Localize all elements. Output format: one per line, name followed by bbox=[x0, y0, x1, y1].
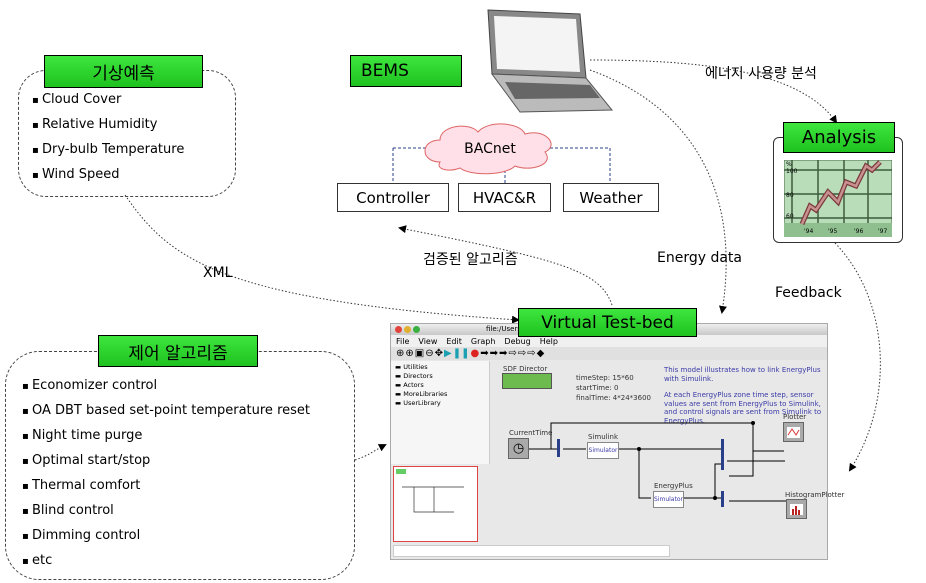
weather-box: Weather bbox=[563, 183, 659, 212]
port-icon[interactable]: ➡ bbox=[499, 348, 507, 359]
list-item: Dry-bulb Temperature bbox=[32, 138, 184, 163]
list-item: Relative Humidity bbox=[32, 113, 184, 138]
port-icon[interactable]: ➡ bbox=[480, 348, 488, 359]
currenttime-label: CurrentTime bbox=[509, 429, 553, 437]
y-unit: % bbox=[786, 161, 792, 168]
hvac-box: HVAC&R bbox=[458, 183, 551, 212]
diagram: 기상예측 Cloud Cover Relative Humidity Dry-b… bbox=[0, 0, 926, 583]
model-graph bbox=[527, 421, 786, 507]
zoom-button[interactable] bbox=[413, 326, 420, 333]
plotter-actor[interactable] bbox=[783, 422, 804, 442]
minimize-button[interactable] bbox=[404, 326, 411, 333]
menu-edit[interactable]: Edit bbox=[446, 337, 462, 346]
controller-box: Controller bbox=[337, 183, 449, 212]
port-icon[interactable]: ➡ bbox=[490, 348, 498, 359]
x-tick: '95 bbox=[828, 228, 837, 235]
list-item: Cloud Cover bbox=[32, 88, 184, 113]
library-item[interactable]: ▬ UserLibrary bbox=[395, 399, 485, 408]
menu-help[interactable]: Help bbox=[540, 337, 558, 346]
close-button[interactable] bbox=[395, 326, 402, 333]
x-tick: '97 bbox=[878, 228, 887, 235]
bems-title: BEMS bbox=[350, 55, 462, 87]
x-tick: '94 bbox=[804, 228, 813, 235]
list-item: Wind Speed bbox=[32, 163, 184, 188]
library-item[interactable]: ▬ Utilities bbox=[395, 363, 485, 372]
analysis-title: Analysis bbox=[783, 122, 895, 153]
list-item: Economizer control bbox=[22, 374, 310, 399]
analysis-chart: % 100 80 60 '94 '95 '96 '97 bbox=[784, 160, 892, 237]
list-item: Night time purge bbox=[22, 424, 310, 449]
model-canvas[interactable]: SDF Director timeStep: 15*60 startTime: … bbox=[491, 361, 844, 541]
menu-debug[interactable]: Debug bbox=[504, 337, 530, 346]
list-item: Blind control bbox=[22, 499, 310, 524]
zoom-reset-icon[interactable]: ⊕ bbox=[405, 348, 413, 359]
library-item[interactable]: ▬ MoreLibraries bbox=[395, 390, 485, 399]
histogram-actor[interactable] bbox=[786, 499, 807, 519]
stop-icon[interactable]: ● bbox=[470, 348, 479, 359]
status-bar bbox=[393, 545, 670, 557]
bacnet-label: BACnet bbox=[464, 141, 516, 157]
feedback-label: Feedback bbox=[775, 285, 842, 301]
list-item: Dimming control bbox=[22, 524, 310, 549]
port-icon[interactable]: ⇨ bbox=[518, 348, 526, 359]
y-tick: 60 bbox=[786, 213, 794, 220]
y-tick: 100 bbox=[786, 168, 798, 175]
y-tick: 80 bbox=[786, 192, 794, 199]
feedback-connector bbox=[834, 242, 881, 472]
library-panel: ▬ Utilities ▬ Directors ▬ Actors ▬ MoreL… bbox=[391, 361, 490, 464]
clock-icon[interactable]: ◷ bbox=[508, 438, 529, 459]
ptolemy-window: file:/Users/.../system.xml File View Edi… bbox=[390, 323, 844, 560]
x-tick: '96 bbox=[854, 228, 863, 235]
energyplus-actor[interactable]: Simulator bbox=[653, 491, 684, 508]
list-item: etc bbox=[22, 549, 310, 574]
list-item: OA DBT based set-point temperature reset bbox=[22, 399, 310, 424]
control-connector bbox=[354, 444, 387, 461]
laptop-icon bbox=[487, 9, 614, 113]
control-algorithm-title: 제어 알고리즘 bbox=[98, 335, 258, 367]
library-item[interactable]: ▬ Actors bbox=[395, 381, 485, 390]
xml-label: XML bbox=[203, 265, 233, 281]
zoom-fit-icon[interactable]: ▣ bbox=[415, 348, 424, 359]
list-item: Optimal start/stop bbox=[22, 449, 310, 474]
menu-file[interactable]: File bbox=[396, 337, 409, 346]
menu-view[interactable]: View bbox=[418, 337, 437, 346]
histogram-label: HistogramPlotter bbox=[785, 491, 845, 499]
virtual-testbed-title: Virtual Test-bed bbox=[518, 308, 697, 337]
energy-analysis-label: 에너지 사용량 분석 bbox=[705, 66, 817, 82]
overview-thumbnail[interactable] bbox=[393, 466, 478, 542]
library-item[interactable]: ▬ Directors bbox=[395, 372, 485, 381]
simulink-label: Simulink bbox=[588, 433, 619, 441]
verified-algorithm-label: 검증된 알고리즘 bbox=[423, 252, 518, 268]
energy-data-label: Energy data bbox=[657, 250, 742, 266]
zoom-out-icon[interactable]: ⊖ bbox=[425, 348, 433, 359]
menu-graph[interactable]: Graph bbox=[471, 337, 496, 346]
zoom-in-icon[interactable]: ⊕ bbox=[396, 348, 404, 359]
port-icon[interactable]: ⇨ bbox=[527, 348, 535, 359]
toolbar: ⊕ ⊕ ▣ ⊖ ✥ ▶ ❚❚ ● ➡ ➡ ➡ ⇨ ⇨ ⇨ ◆ bbox=[391, 347, 827, 360]
pause-icon[interactable]: ❚❚ bbox=[453, 348, 470, 359]
port-icon[interactable]: ⇨ bbox=[508, 348, 516, 359]
control-algorithm-list: Economizer control OA DBT based set-poin… bbox=[22, 374, 310, 574]
list-item: Thermal comfort bbox=[22, 474, 310, 499]
energyplus-label: EnergyPlus bbox=[654, 482, 693, 490]
fullscreen-icon[interactable]: ✥ bbox=[435, 348, 443, 359]
simulink-actor[interactable]: Simulator bbox=[587, 442, 619, 459]
relation-icon[interactable]: ◆ bbox=[537, 348, 545, 359]
plotter-label: Plotter bbox=[783, 413, 807, 421]
weather-forecast-title: 기상예측 bbox=[44, 55, 203, 88]
run-icon[interactable]: ▶ bbox=[444, 348, 452, 359]
weather-forecast-list: Cloud Cover Relative Humidity Dry-bulb T… bbox=[32, 88, 184, 188]
